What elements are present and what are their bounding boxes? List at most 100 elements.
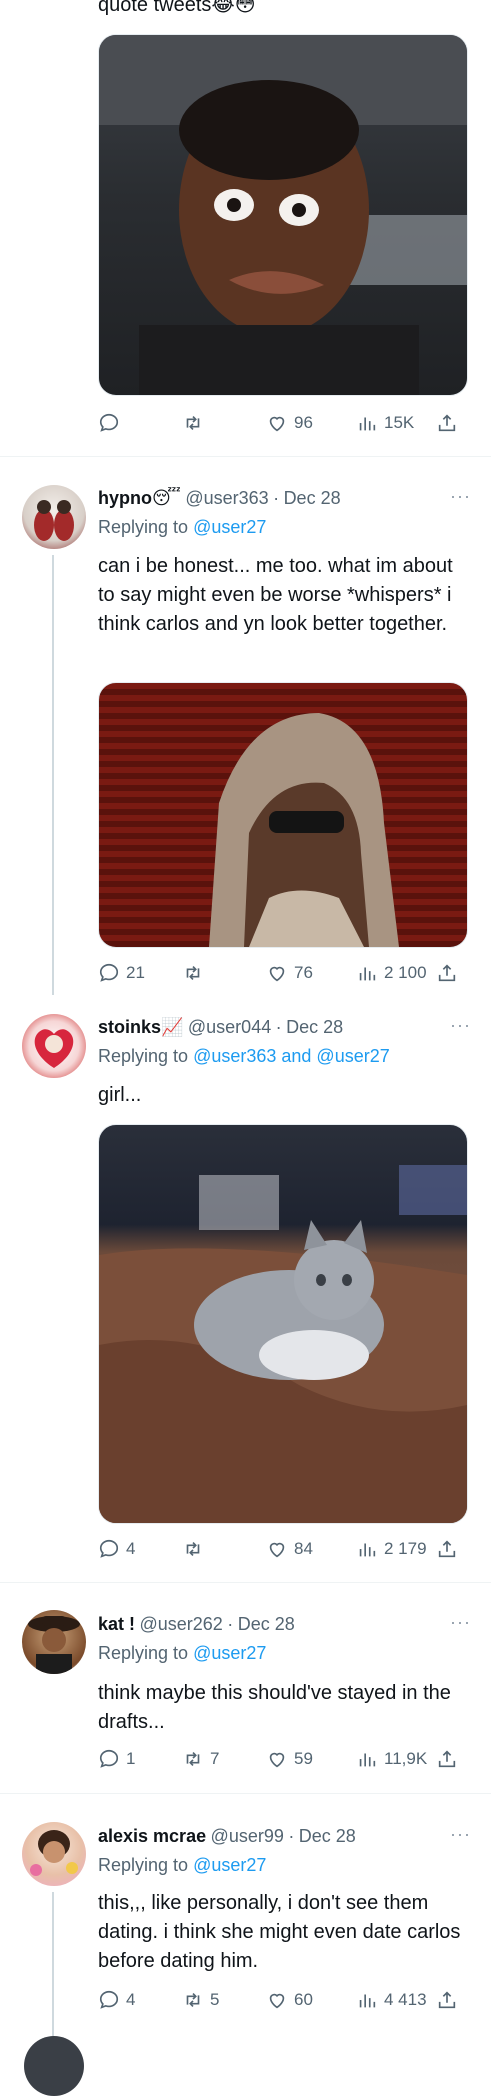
tweet-text: think maybe this should've stayed in the… <box>98 1682 451 1733</box>
tweet-date[interactable]: Dec 28 <box>286 1017 343 1037</box>
tweet-actions: 96 15K <box>98 412 466 434</box>
reply-icon <box>99 1539 119 1558</box>
tweet-date[interactable]: Dec 28 <box>238 1614 295 1634</box>
reply-mention-link[interactable]: @user363 and @user27 <box>193 1046 390 1066</box>
man-in-car-image <box>99 35 467 395</box>
share-button[interactable] <box>436 412 458 434</box>
retweet-icon <box>186 415 200 431</box>
thread-line <box>52 555 54 995</box>
views-button[interactable]: 11,9K <box>356 1748 436 1770</box>
reply-button[interactable]: 1 <box>98 1748 182 1770</box>
reply-icon <box>99 413 119 432</box>
avatar[interactable] <box>22 1822 86 1886</box>
tweet-header: kat ! @user262 · Dec 28 <box>98 1614 295 1635</box>
reply-mention-link[interactable]: @user27 <box>193 517 266 537</box>
tweet-actions: 4 5 60 4 413 <box>98 1989 466 2011</box>
tweet-date[interactable]: Dec 28 <box>284 488 341 508</box>
handle[interactable]: @user99 <box>211 1826 284 1846</box>
views-button[interactable]: 2 100 <box>356 962 436 984</box>
reply-mention-link[interactable]: @user27 <box>193 1643 266 1663</box>
retweet-button[interactable] <box>182 962 266 984</box>
tweet-media-image[interactable] <box>98 1124 468 1524</box>
tweet-text: this,,, like personally, i don't see the… <box>98 1892 461 1972</box>
display-name[interactable]: stoinks📈 <box>98 1017 183 1037</box>
handle[interactable]: @user262 <box>139 1614 222 1634</box>
tweet-text: can i be honest... me too. what im about… <box>98 555 453 635</box>
retweet-button[interactable]: 7 <box>182 1748 266 1770</box>
views-icon <box>359 1994 376 2008</box>
share-button[interactable] <box>436 1538 458 1560</box>
reply-button[interactable]: 4 <box>98 1538 182 1560</box>
retweet-button[interactable]: 5 <box>182 1989 266 2011</box>
separator: · <box>288 1826 295 1846</box>
avatar[interactable] <box>22 485 86 549</box>
like-button[interactable]: 96 <box>266 412 356 434</box>
divider <box>0 1582 491 1583</box>
avatar[interactable] <box>22 1610 86 1674</box>
retweet-button[interactable] <box>182 1538 266 1560</box>
avatar-image <box>28 1616 80 1674</box>
reply-button[interactable]: 4 <box>98 1989 182 2011</box>
separator: · <box>275 1017 282 1037</box>
like-button[interactable]: 60 <box>266 1989 356 2011</box>
tweet-actions: 4 84 2 179 <box>98 1538 466 1560</box>
display-name[interactable]: kat ! <box>98 1614 135 1634</box>
avatar-image <box>34 1029 74 1068</box>
share-button[interactable] <box>436 1748 458 1770</box>
avatar-image <box>34 500 74 541</box>
tweet-media-image[interactable] <box>98 34 468 396</box>
like-icon <box>269 1993 285 2009</box>
handle[interactable]: @user044 <box>188 1017 271 1037</box>
reply-button[interactable] <box>98 412 182 434</box>
retweet-icon <box>186 965 200 981</box>
more-options-button[interactable]: ··· <box>450 486 471 507</box>
reply-icon <box>99 1749 119 1768</box>
like-button[interactable]: 84 <box>266 1538 356 1560</box>
views-button[interactable]: 15K <box>356 412 436 434</box>
like-icon <box>269 1542 285 1558</box>
tweet-date[interactable]: Dec 28 <box>299 1826 356 1846</box>
tweet-actions: 1 7 59 11,9K <box>98 1748 466 1770</box>
like-icon <box>269 1752 285 1768</box>
thread-line <box>52 1892 54 2048</box>
share-icon <box>438 1540 456 1558</box>
handle[interactable]: @user363 <box>185 488 268 508</box>
retweet-icon <box>186 1992 200 2008</box>
retweet-button[interactable] <box>182 412 266 434</box>
tweet-header: alexis mcrae @user99 · Dec 28 <box>98 1826 356 1847</box>
display-name[interactable]: hypno😴 <box>98 488 181 508</box>
retweet-icon <box>186 1751 200 1767</box>
share-button[interactable] <box>436 962 458 984</box>
tweet-text: quote tweets😂😳 <box>98 0 256 16</box>
like-button[interactable]: 59 <box>266 1748 356 1770</box>
avatar[interactable] <box>24 2036 84 2096</box>
display-name[interactable]: alexis mcrae <box>98 1826 206 1846</box>
tweet-header: hypno😴 @user363 · Dec 28 <box>98 488 341 509</box>
reply-icon <box>99 963 119 982</box>
share-icon <box>438 414 456 432</box>
replying-to: Replying to @user27 <box>98 1855 267 1875</box>
reply-button[interactable]: 21 <box>98 962 182 984</box>
cat-on-blanket-image <box>99 1165 467 1523</box>
replying-to: Replying to @user27 <box>98 1643 267 1663</box>
views-button[interactable]: 2 179 <box>356 1538 436 1560</box>
share-icon <box>438 964 456 982</box>
more-options-button[interactable]: ··· <box>450 1015 471 1036</box>
tweet-media-image[interactable] <box>98 682 468 948</box>
share-button[interactable] <box>436 1989 458 2011</box>
avatar-image <box>30 1830 78 1876</box>
replying-to: Replying to @user363 and @user27 <box>98 1046 390 1066</box>
divider <box>0 456 491 457</box>
reply-icon <box>99 1990 119 2009</box>
replying-to: Replying to @user27 <box>98 517 267 537</box>
views-icon <box>359 1753 376 1767</box>
hooded-figure-image <box>209 713 399 947</box>
reply-mention-link[interactable]: @user27 <box>193 1855 266 1875</box>
more-options-button[interactable]: ··· <box>450 1824 471 1845</box>
views-button[interactable]: 4 413 <box>356 1989 436 2011</box>
like-button[interactable]: 76 <box>266 962 356 984</box>
avatar[interactable] <box>22 1014 86 1078</box>
separator: · <box>227 1614 234 1634</box>
more-options-button[interactable]: ··· <box>450 1612 471 1633</box>
views-icon <box>359 1543 376 1557</box>
